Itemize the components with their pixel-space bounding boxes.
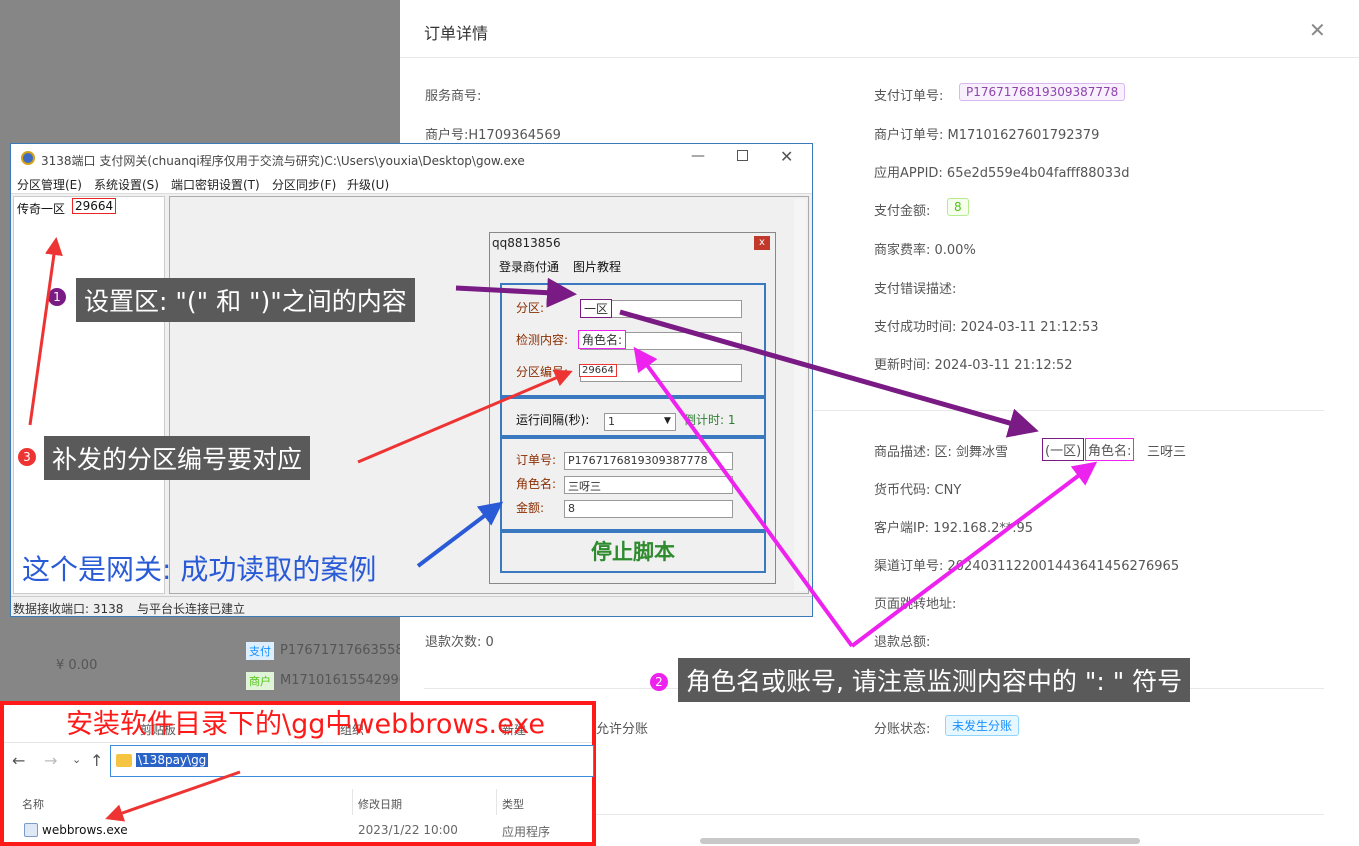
arrow-to-order-group: [416, 501, 504, 568]
arrow-to-zone-id: [28, 237, 63, 426]
arrow-to-detect-input: [633, 346, 854, 648]
arrow-to-zone-no: [357, 369, 573, 464]
arrow-to-exe-file: [105, 770, 241, 822]
arrow-to-goods-role: [850, 461, 1098, 648]
arrow-to-zone-input: [455, 277, 577, 308]
annotation-arrows: [28, 237, 1098, 822]
